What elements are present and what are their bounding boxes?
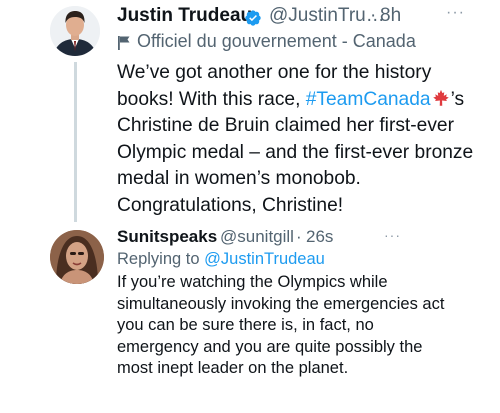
- maple-leaf-emoji-icon: [432, 89, 449, 106]
- verified-badge-icon: [245, 10, 261, 26]
- government-label: Officiel du gouvernement - Canada: [137, 31, 416, 51]
- author-name[interactable]: Justin Trudeau: [117, 5, 252, 27]
- avatar-portrait-icon: [50, 230, 104, 284]
- flag-icon: [118, 36, 130, 50]
- avatar-portrait-icon: [50, 6, 100, 56]
- more-options-icon[interactable]: ···: [446, 4, 465, 22]
- time-separator: ·: [370, 5, 377, 26]
- tweet-text: We’ve got another one for the history bo…: [117, 60, 487, 219]
- thread-line: [74, 62, 77, 222]
- tweet-time[interactable]: 8h: [380, 5, 401, 27]
- reply-time-separator: ·: [296, 227, 302, 246]
- reply-author-name[interactable]: Sunitspeaks: [117, 227, 217, 247]
- avatar-justin-trudeau[interactable]: [50, 6, 100, 56]
- avatar-sunitspeaks[interactable]: [50, 230, 104, 284]
- tweet-trudeau[interactable]: Justin Trudeau @JustinTru… · 8h ··· Offi…: [0, 0, 500, 222]
- hashtag-link[interactable]: #TeamCanada: [306, 89, 431, 110]
- author-handle[interactable]: @JustinTru…: [269, 5, 385, 27]
- reply-more-options-icon[interactable]: ···: [384, 227, 401, 243]
- replying-to-line: Replying to @JustinTrudeau: [117, 250, 325, 269]
- replying-to-handle-link[interactable]: @JustinTrudeau: [204, 250, 325, 268]
- reply-author-handle[interactable]: @sunitgill: [220, 227, 294, 247]
- reply-time[interactable]: 26s: [306, 227, 333, 247]
- replying-prefix: Replying to: [117, 250, 205, 268]
- reply-text: If you’re watching the Olympics while si…: [117, 273, 445, 377]
